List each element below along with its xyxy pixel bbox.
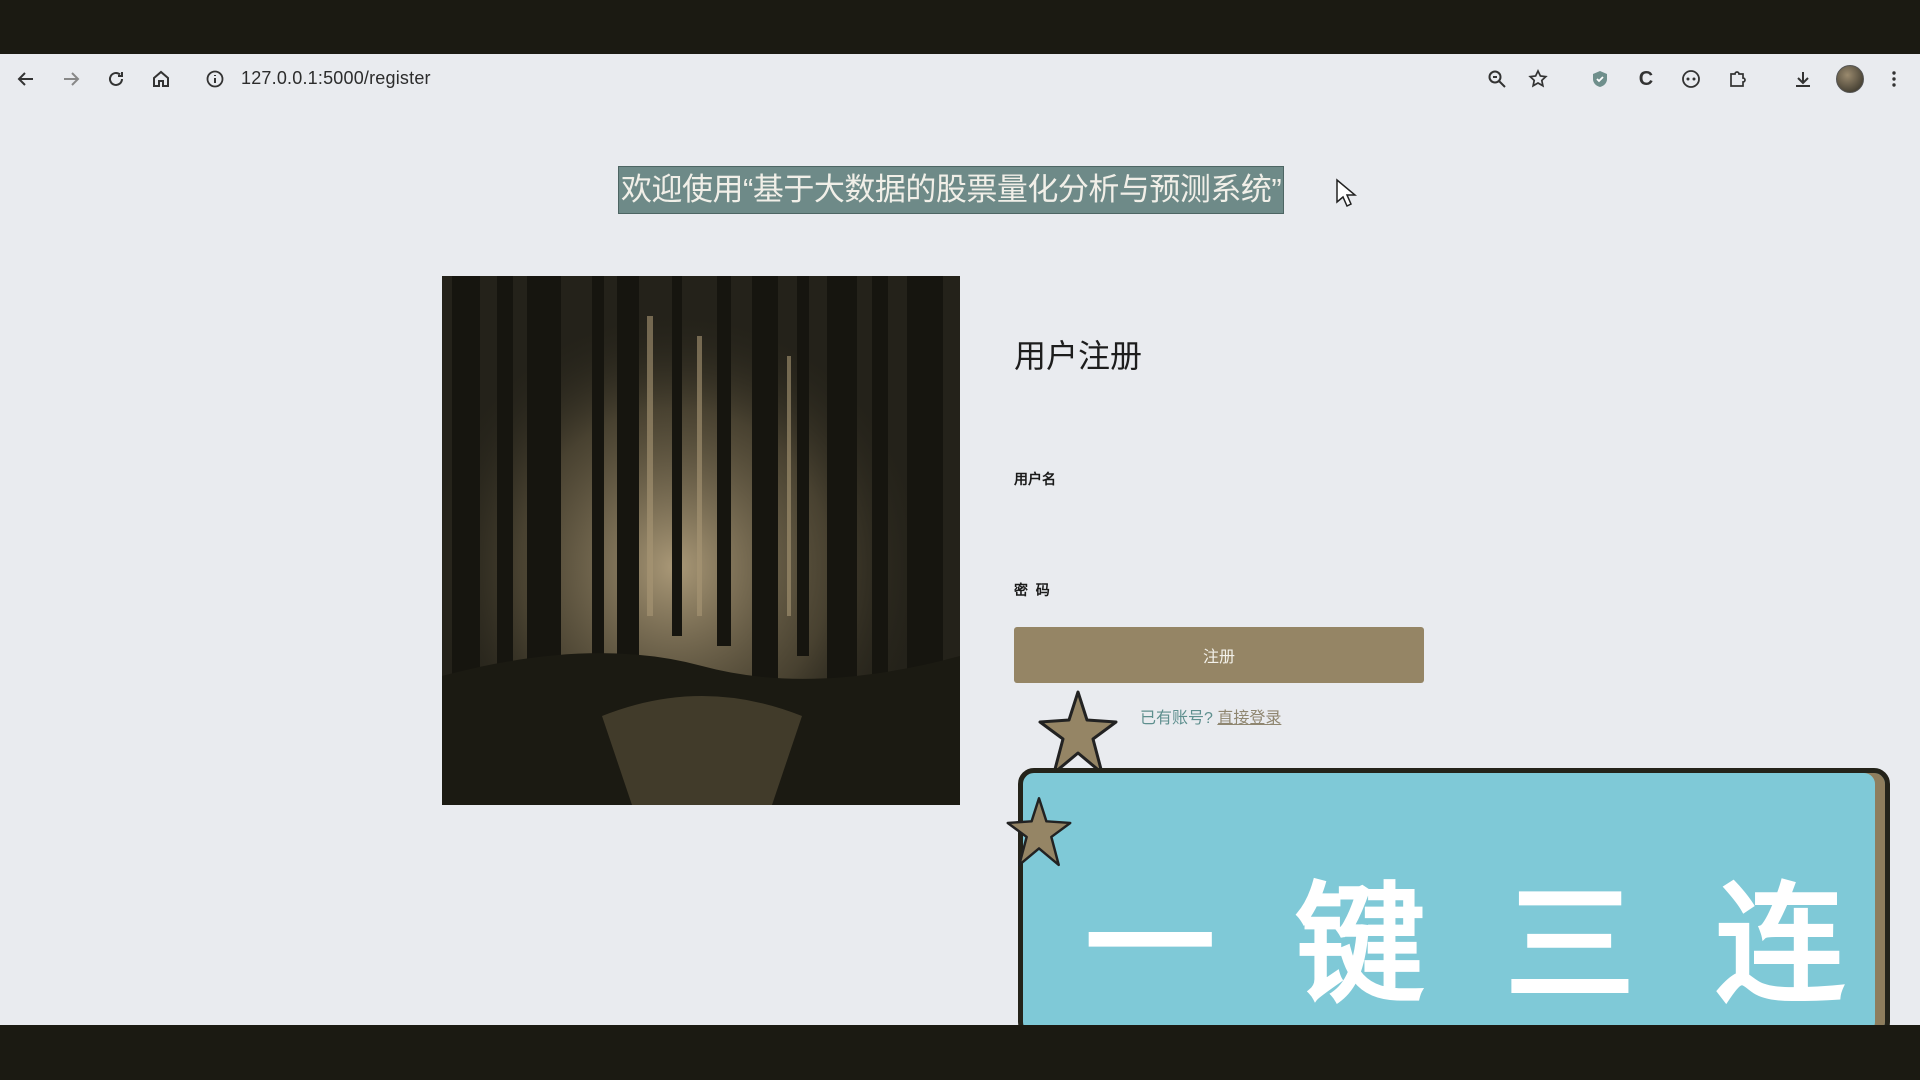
login-link[interactable]: 直接登录 [1217,710,1281,727]
banner-char-1: 一 [1085,872,1216,1018]
star-sticker-small-icon [1006,797,1072,867]
page-headline: 欢迎使用“基于大数据的股票量化分析与预测系统” [618,166,1285,214]
banner-char-3: 三 [1504,872,1635,1018]
login-prompt: 已有账号? 直接登录 [1140,704,1281,728]
password-label: 密 码 [1014,582,1050,598]
banner-char-4: 连 [1714,872,1845,1018]
has-account-text: 已有账号? [1140,710,1213,727]
banner-text: 一 键 三 连 [1085,880,1845,1010]
face-extension-icon[interactable] [1677,65,1705,93]
more-menu-icon[interactable] [1880,65,1908,93]
username-input[interactable] [1014,495,1428,537]
star-sticker-icon [1038,690,1118,775]
zoom-icon[interactable] [1483,65,1511,93]
download-icon[interactable] [1789,65,1817,93]
forward-icon[interactable] [57,65,85,93]
video-letterbox-top [0,0,1920,54]
reload-icon[interactable] [102,65,130,93]
address-bar-url[interactable]: 127.0.0.1:5000/register [241,68,431,89]
video-letterbox-bottom [0,1025,1920,1080]
forest-image [442,276,960,805]
bookmark-star-icon[interactable] [1524,65,1552,93]
register-button[interactable]: 注册 [1014,627,1424,683]
browser-toolbar: 127.0.0.1:5000/register C [0,54,1920,104]
home-icon[interactable] [147,65,175,93]
banner-char-2: 键 [1294,872,1425,1018]
extensions-puzzle-icon[interactable] [1723,65,1751,93]
site-info-icon[interactable] [201,65,229,93]
back-icon[interactable] [12,65,40,93]
c-extension-icon[interactable]: C [1632,65,1660,93]
username-label: 用户名 [1014,471,1056,487]
shield-extension-icon[interactable] [1586,65,1614,93]
mouse-cursor-icon [1336,178,1357,208]
register-title: 用户注册 [1014,338,1143,374]
profile-avatar[interactable] [1836,65,1864,93]
